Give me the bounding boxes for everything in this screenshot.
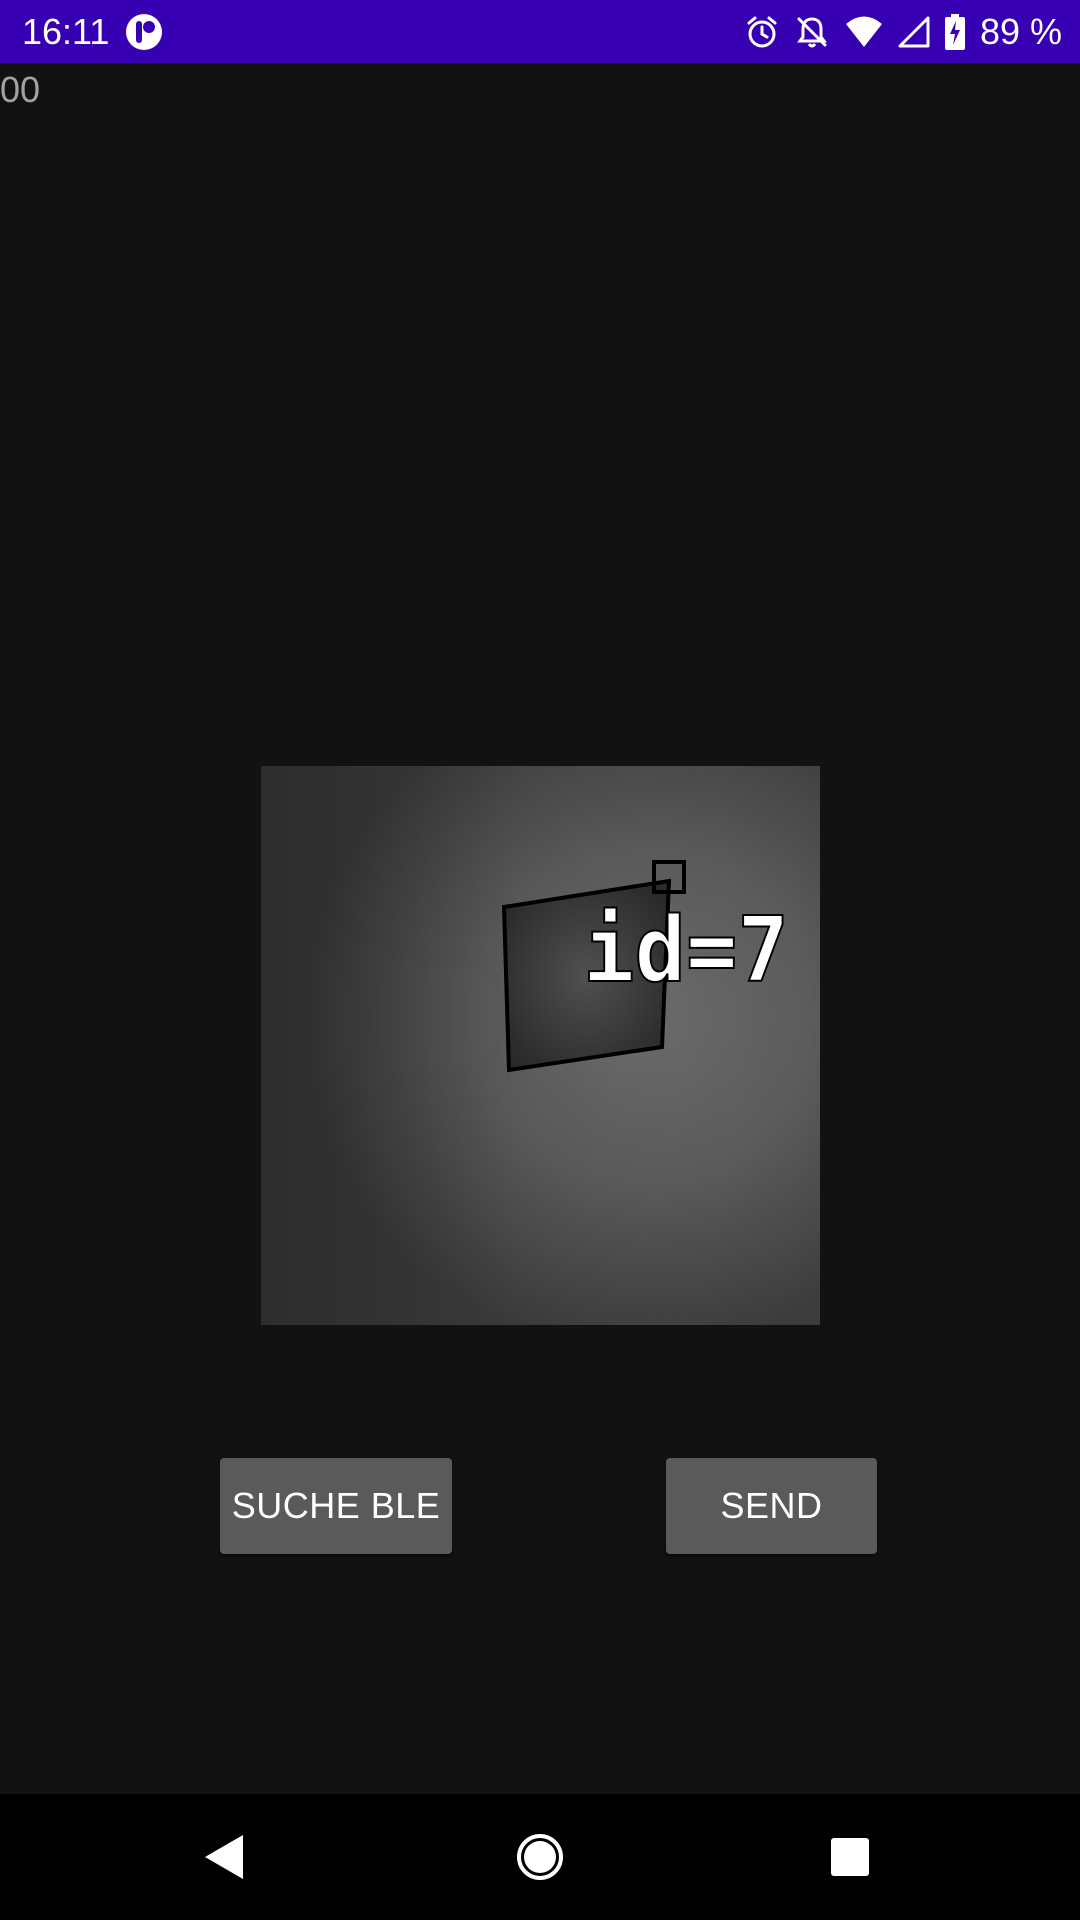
send-button[interactable]: SEND: [666, 1458, 877, 1554]
app-notification-icon: [125, 13, 163, 51]
battery-charging-icon: [944, 13, 966, 51]
recents-button[interactable]: [790, 1794, 910, 1920]
marker-id-label: id=7: [583, 898, 789, 1003]
alarm-icon: [744, 14, 780, 50]
home-icon: [517, 1834, 563, 1880]
battery-percent: 89 %: [979, 11, 1062, 52]
status-time: 16:11: [22, 11, 110, 52]
wifi-icon: [844, 15, 884, 49]
search-ble-button[interactable]: SUCHE BLE: [220, 1458, 452, 1554]
status-icons: 89 %: [744, 10, 1062, 54]
notifications-off-icon: [794, 14, 830, 50]
cell-signal-icon: [898, 16, 930, 48]
back-button[interactable]: [165, 1794, 285, 1920]
navigation-bar: [0, 1794, 1080, 1920]
home-button[interactable]: [480, 1794, 600, 1920]
app-screen: 16:11 89 % 00 id=7 SUCHE BLE SEND: [0, 0, 1080, 1920]
counter-text: 00: [0, 69, 41, 110]
status-bar: 16:11 89 %: [0, 0, 1080, 63]
camera-preview: id=7: [261, 766, 820, 1325]
back-icon: [205, 1835, 243, 1879]
recents-icon: [831, 1838, 869, 1876]
